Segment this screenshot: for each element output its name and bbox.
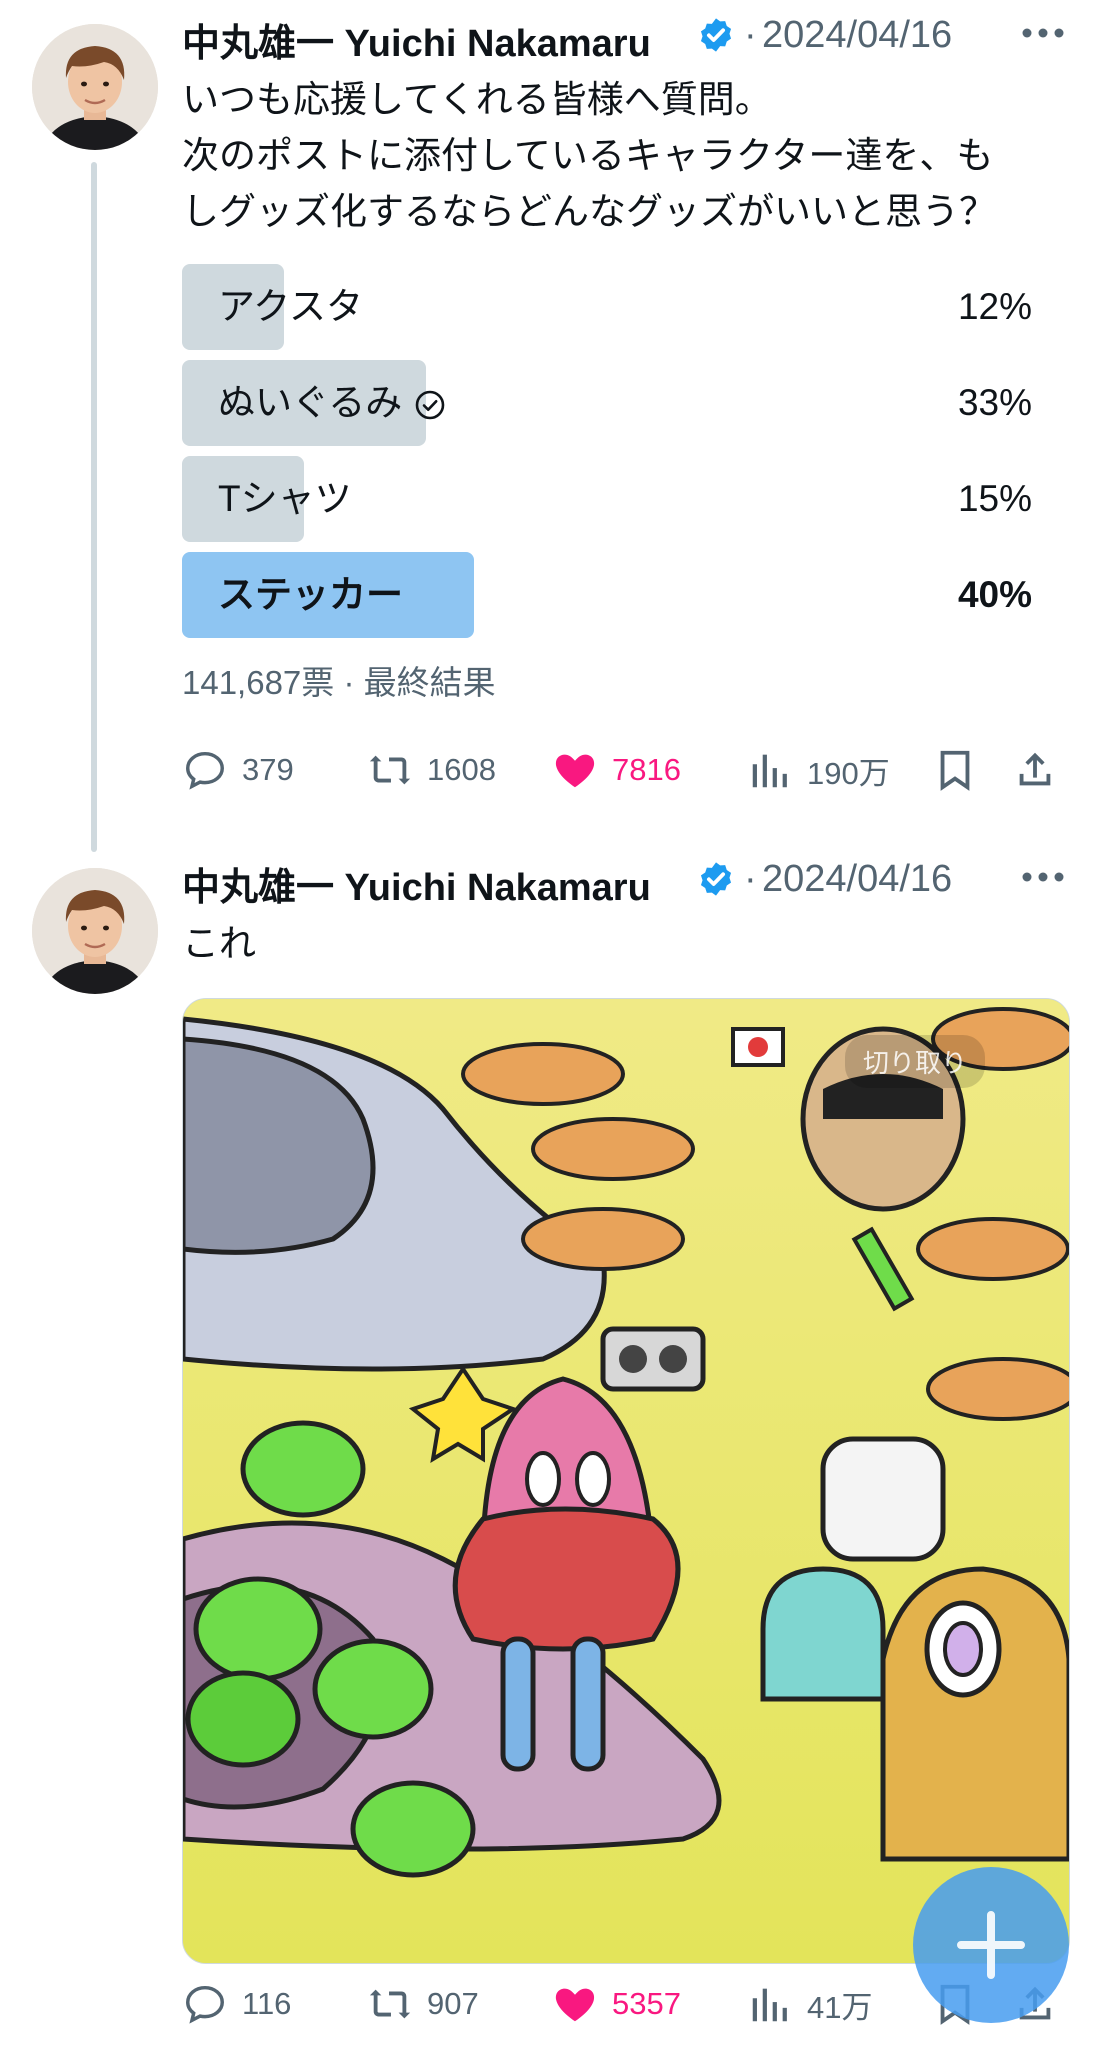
poll-option-label: Tシャツ bbox=[218, 478, 352, 519]
bookmark-button[interactable] bbox=[932, 740, 992, 800]
poll: アクスタ 12% ぬいぐるみ 33% Tシャツ 15% ステッカー 40% bbox=[182, 264, 1068, 638]
heart-filled-icon bbox=[555, 754, 595, 788]
post-text: これ bbox=[182, 923, 256, 964]
poll-meta: 141,687票 · 最終結果 bbox=[182, 656, 1068, 704]
reply-count: 379 bbox=[242, 752, 294, 787]
plus-icon bbox=[957, 1911, 1025, 1979]
poll-option-label-wrap: ぬいぐるみ bbox=[218, 360, 446, 446]
poll-option-label: ステッカー bbox=[218, 574, 403, 615]
post-image[interactable]: 中丸雄一 Yuichi Nakamaru · 2024/04/16 これ bbox=[182, 844, 1068, 972]
poll-meta-separator: · bbox=[343, 664, 364, 701]
avatar-image bbox=[32, 868, 158, 994]
views-count: 41万 bbox=[807, 1989, 873, 2025]
share-upload-icon bbox=[1019, 752, 1051, 786]
repost-button[interactable]: 1608 bbox=[367, 740, 496, 800]
verified-badge-icon bbox=[700, 862, 732, 896]
more-dots-icon[interactable] bbox=[1018, 18, 1068, 48]
author-avatar[interactable] bbox=[32, 868, 158, 994]
poll-option-percent: 15% bbox=[957, 478, 1032, 519]
post-text-line-3: しグッズ化するならどんなグッズがいいと思う？ bbox=[182, 191, 996, 232]
post-text-line-1: いつも応援してくれる皆様へ質問。 bbox=[182, 79, 772, 120]
voted-check-icon bbox=[415, 390, 445, 420]
poll-option: Tシャツ 15% bbox=[182, 456, 1068, 542]
verified-badge-icon bbox=[700, 18, 732, 52]
post-poll[interactable]: 中丸雄一 Yuichi Nakamaru · 2024/04/16 いつも応援し… bbox=[182, 0, 1068, 704]
views-button[interactable]: 190万 bbox=[747, 740, 890, 800]
poll-option-label: アクスタ bbox=[218, 286, 364, 327]
post-date[interactable]: 2024/04/16 bbox=[762, 14, 952, 57]
compose-fab-button[interactable] bbox=[913, 1867, 1069, 2023]
post-header: 中丸雄一 Yuichi Nakamaru · 2024/04/16 bbox=[182, 844, 1068, 909]
poll-option: ステッカー 40% bbox=[182, 552, 1068, 638]
views-button[interactable]: 41万 bbox=[747, 1974, 872, 2034]
poll-option: ぬいぐるみ 33% bbox=[182, 360, 1068, 446]
thread-connector-line bbox=[91, 162, 97, 852]
post-media-illustration[interactable]: 切り取り bbox=[182, 998, 1070, 1964]
speech-bubble-icon bbox=[186, 751, 224, 790]
post-text-line-2: 次のポストに添付しているキャラクター達を、も bbox=[182, 135, 994, 176]
repost-count: 1608 bbox=[427, 752, 496, 787]
reply-count: 116 bbox=[242, 1986, 292, 2021]
post-actions: 379 1608 7816 190万 bbox=[182, 740, 1068, 800]
speech-bubble-icon bbox=[186, 1985, 224, 2024]
like-count: 7816 bbox=[612, 752, 681, 787]
post-separator: · bbox=[744, 14, 757, 56]
repost-button[interactable]: 907 bbox=[367, 1974, 479, 2034]
repost-arrows-icon bbox=[369, 1989, 411, 2019]
character-illustration-image bbox=[183, 999, 1069, 1963]
poll-option-label: ぬいぐるみ bbox=[218, 382, 403, 423]
post-header: 中丸雄一 Yuichi Nakamaru · 2024/04/16 bbox=[182, 0, 1068, 65]
bar-chart-icon bbox=[752, 1988, 787, 2022]
like-count: 5357 bbox=[612, 1986, 681, 2021]
poll-option-percent: 12% bbox=[957, 286, 1032, 327]
media-overlay-label[interactable]: 切り取り bbox=[845, 1035, 986, 1088]
repost-arrows-icon bbox=[369, 755, 411, 785]
avatar-image bbox=[32, 24, 158, 150]
bar-chart-icon bbox=[752, 754, 787, 788]
poll-option-percent: 40% bbox=[957, 574, 1032, 615]
post-separator: · bbox=[744, 858, 757, 900]
repost-count: 907 bbox=[427, 1986, 479, 2021]
heart-filled-icon bbox=[555, 1988, 595, 2022]
author-avatar[interactable] bbox=[32, 24, 158, 150]
poll-option: アクスタ 12% bbox=[182, 264, 1068, 350]
author-name[interactable]: 中丸雄一 Yuichi Nakamaru bbox=[182, 12, 651, 67]
like-button[interactable]: 5357 bbox=[552, 1974, 681, 2034]
like-button[interactable]: 7816 bbox=[552, 740, 681, 800]
bookmark-icon bbox=[940, 750, 970, 791]
share-button[interactable] bbox=[1012, 740, 1072, 800]
poll-vote-count: 141,687票 bbox=[182, 664, 335, 701]
post-date[interactable]: 2024/04/16 bbox=[762, 858, 952, 901]
reply-button[interactable]: 379 bbox=[182, 740, 294, 800]
poll-status: 最終結果 bbox=[363, 664, 496, 701]
reply-button[interactable]: 116 bbox=[182, 1974, 291, 2034]
views-count: 190万 bbox=[807, 755, 890, 791]
author-name[interactable]: 中丸雄一 Yuichi Nakamaru bbox=[182, 856, 651, 911]
poll-option-percent: 33% bbox=[957, 382, 1032, 423]
more-dots-icon[interactable] bbox=[1018, 862, 1068, 892]
